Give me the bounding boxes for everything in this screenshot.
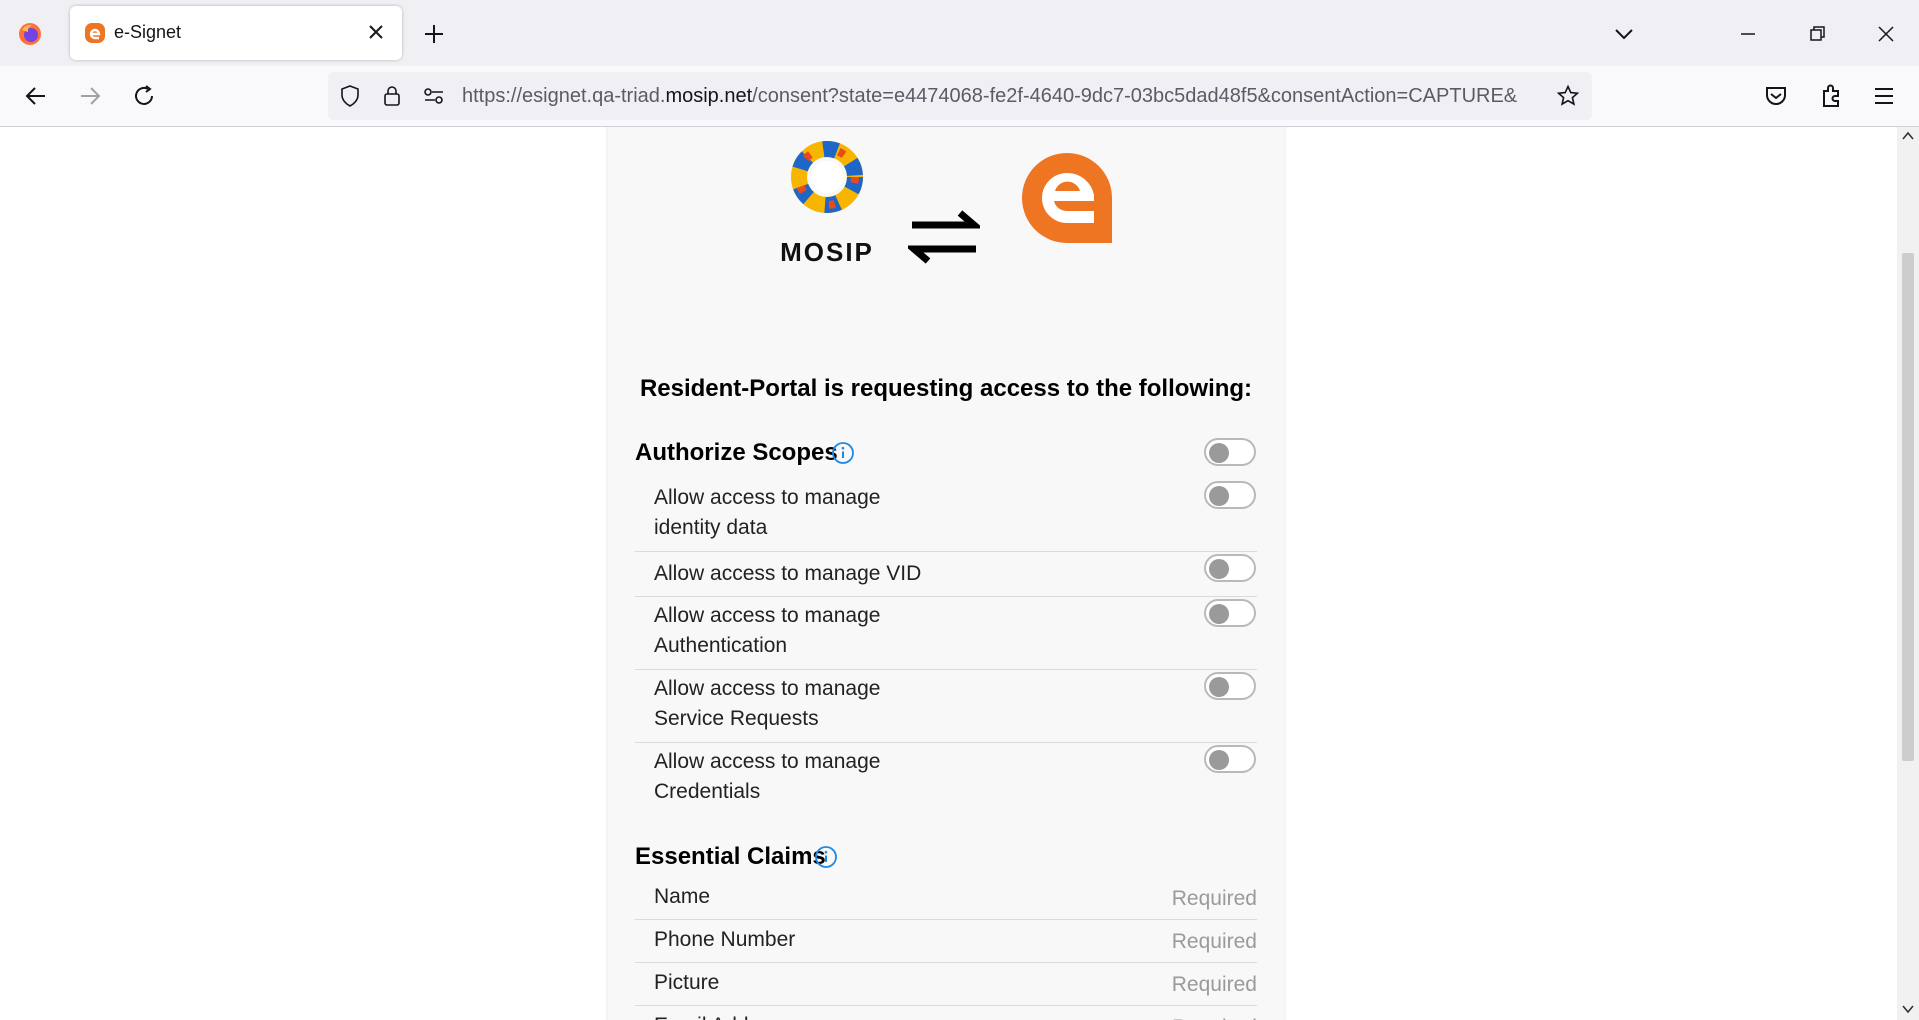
claim-row: Phone Number Required [635,920,1257,963]
scope-label: Allow access to manage Credentials [654,750,881,803]
extensions-icon[interactable] [1813,78,1849,114]
claim-row: Name Required [635,877,1257,920]
scope-label: Allow access to manage identity data [654,486,881,539]
claim-row: Picture Required [635,963,1257,1006]
pocket-icon[interactable] [1758,78,1794,114]
scope-toggle-identity-data[interactable] [1204,481,1256,509]
essential-claims-title: Essential Claims [635,843,826,870]
scrollbar-thumb[interactable] [1902,253,1914,761]
scope-row: Allow access to manage Credentials [635,743,1257,815]
close-window-icon[interactable] [1866,14,1906,54]
toggle-knob [1209,750,1229,770]
reload-icon[interactable] [126,78,162,114]
scope-label: Allow access to manage Authentication [654,604,881,657]
tab-esignet[interactable]: e-Signet [70,6,402,60]
authorize-scopes-master-toggle[interactable] [1204,438,1256,466]
info-icon[interactable] [831,441,855,465]
consent-card: MOSIP Resident-Portal is requesting acce… [608,127,1284,1020]
toggle-knob [1209,443,1229,463]
toggle-knob [1209,559,1229,579]
close-tab-icon[interactable] [362,18,390,46]
scope-toggle-credentials[interactable] [1204,745,1256,773]
info-icon[interactable] [814,845,838,869]
scope-label: Allow access to manage VID [654,562,922,585]
toggle-knob [1209,677,1229,697]
page-scrollbar[interactable] [1897,127,1919,1020]
url-suffix: /consent?state=e4474068-fe2f-4640-9dc7-0… [752,85,1518,107]
required-label: Required [1171,930,1257,953]
forward-icon[interactable] [72,78,108,114]
required-label: Required [1171,887,1257,910]
scope-toggle-authentication[interactable] [1204,599,1256,627]
claim-label: Name [654,885,711,908]
minimize-window-icon[interactable] [1728,14,1768,54]
tracking-protection-shield-icon[interactable] [338,84,362,108]
tab-title: e-Signet [114,22,182,42]
bookmark-star-icon[interactable] [1556,84,1580,108]
toggle-knob [1209,486,1229,506]
scope-toggle-service-requests[interactable] [1204,672,1256,700]
scope-row: Allow access to manage Service Requests [635,670,1257,743]
restore-window-icon[interactable] [1797,14,1837,54]
toggle-knob [1209,604,1229,624]
authorize-scopes-title: Authorize Scopes [635,439,838,466]
scope-row: Allow access to manage VID [635,552,1257,597]
esignet-favicon-icon [85,23,105,43]
esignet-logo-icon [1022,153,1112,243]
permissions-icon[interactable] [422,84,446,108]
menu-hamburger-icon[interactable] [1866,78,1902,114]
required-label: Required [1171,973,1257,996]
new-tab-icon[interactable] [418,18,450,50]
navigation-toolbar: https://esignet.qa-triad.mosip.net/conse… [0,66,1919,127]
url-host: mosip.net [665,85,753,107]
page-heading: Resident-Portal is requesting access to … [639,375,1253,402]
scope-row: Allow access to manage Authentication [635,597,1257,670]
mosip-logo-text: MOSIP [780,237,874,267]
tab-bar: e-Signet [0,0,1919,66]
url-text[interactable]: https://esignet.qa-triad.mosip.net/conse… [462,85,1552,108]
scope-toggle-vid[interactable] [1204,554,1256,582]
claim-label: Picture [654,971,720,994]
lock-icon[interactable] [380,84,404,108]
list-all-tabs-icon[interactable] [1608,18,1640,50]
claim-label: Phone Number [654,928,796,951]
address-bar[interactable]: https://esignet.qa-triad.mosip.net/conse… [328,72,1592,120]
page-viewport: MOSIP Resident-Portal is requesting acce… [0,127,1897,1020]
mosip-logo-icon [791,141,863,213]
exchange-arrows-icon [908,210,980,264]
back-icon[interactable] [18,78,54,114]
logos-row: MOSIP [608,127,1284,347]
scroll-down-arrow-icon[interactable] [1902,1004,1914,1014]
url-prefix: https://esignet.qa-triad. [462,85,666,107]
scope-label: Allow access to manage Service Requests [654,677,881,730]
firefox-icon [19,23,41,45]
scope-row: Allow access to manage identity data [635,479,1257,552]
scroll-up-arrow-icon[interactable] [1902,131,1914,141]
